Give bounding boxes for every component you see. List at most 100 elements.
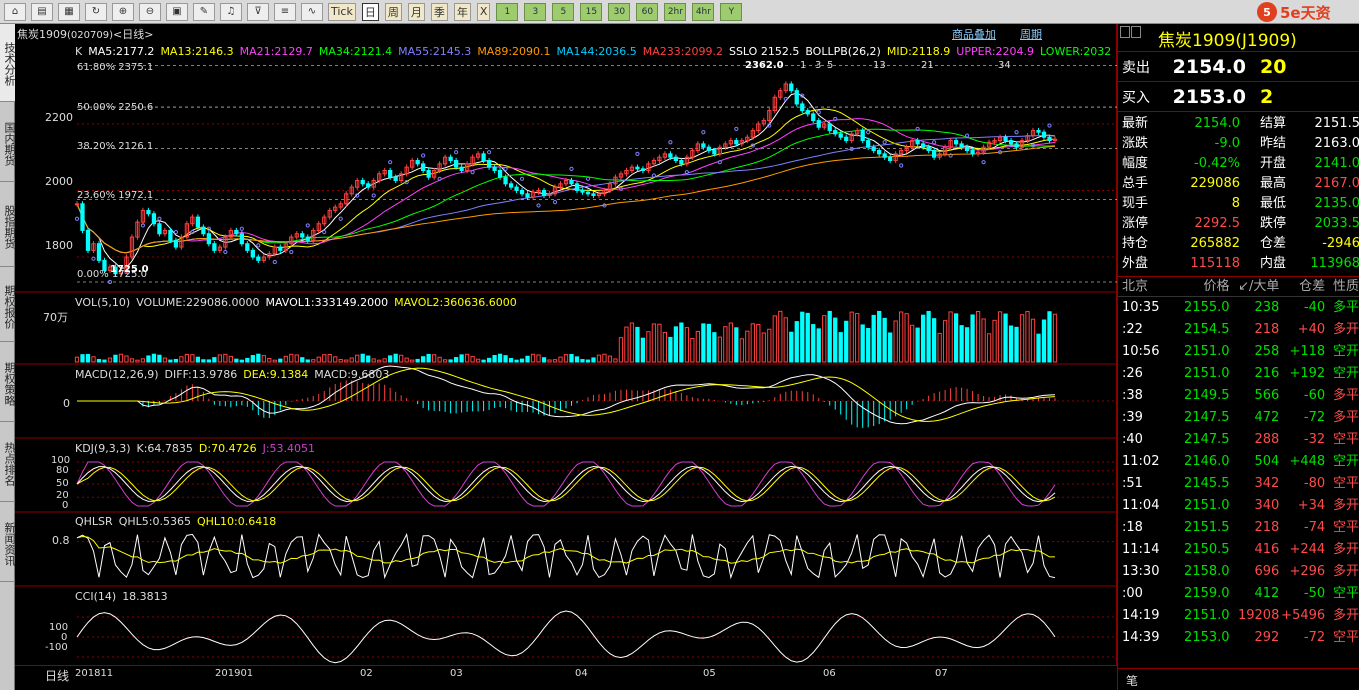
- volume-bar: [855, 313, 860, 363]
- candle-body: [486, 160, 492, 168]
- candle-body: [157, 223, 162, 235]
- volume-bar: [783, 317, 788, 363]
- home-icon[interactable]: ⌂: [4, 2, 26, 21]
- tick-cell: +448: [1289, 454, 1326, 469]
- candle-body: [168, 229, 173, 241]
- contract-name: 焦炭1909: [17, 28, 67, 41]
- refresh-icon[interactable]: ↻: [85, 2, 107, 21]
- save-icon[interactable]: ▤: [31, 2, 53, 21]
- candle-body: [1008, 140, 1014, 145]
- sidebar-tab-0[interactable]: 技术分析: [0, 24, 16, 102]
- quote-value: -2946: [1322, 236, 1359, 251]
- tick-cell: :22: [1122, 322, 1143, 337]
- volume-bar: [789, 331, 794, 363]
- candle-body: [844, 136, 849, 142]
- tick-list[interactable]: 北京 价格 ↙/大单 仓差 性质 10:35 2155.0 238 -40 多平:22 2154.…: [1118, 277, 1359, 649]
- cci-title: CCI(14): [75, 590, 117, 603]
- x-axis-period: 日线: [45, 669, 70, 683]
- volume-bar: [431, 354, 437, 363]
- tick-row: :39 2147.5 472 -72 多平: [1118, 407, 1359, 429]
- volume-bar: [541, 357, 547, 363]
- quote-label: 最低: [1259, 196, 1286, 211]
- sidebar-tab-1[interactable]: 国内期货: [0, 104, 16, 182]
- tab-ticks[interactable]: 笔: [1118, 668, 1359, 690]
- minute-2[interactable]: 5: [552, 2, 575, 21]
- period-4[interactable]: 年: [453, 2, 471, 21]
- zoom-in-icon[interactable]: ⊕: [112, 2, 134, 21]
- candle-body: [503, 176, 508, 185]
- minute-0[interactable]: 1: [496, 2, 519, 21]
- period-1[interactable]: 周: [384, 2, 402, 21]
- contract-code: (020709): [67, 30, 113, 41]
- tick-header-cell: 性质: [1333, 279, 1359, 294]
- tick-cell: +5496: [1281, 608, 1326, 623]
- volume-bar: [486, 357, 492, 363]
- minute-7[interactable]: 4hr: [692, 2, 715, 21]
- volume-bar: [915, 327, 920, 363]
- next-icon[interactable]: [1131, 26, 1141, 38]
- volume-bar: [344, 359, 349, 363]
- sidebar-tab-2[interactable]: 股指期货: [0, 184, 16, 267]
- overlay-button[interactable]: 商品叠加: [952, 26, 996, 42]
- candle-body: [964, 146, 970, 152]
- draw-icon[interactable]: ✎: [193, 2, 215, 21]
- minute-3[interactable]: 15: [580, 2, 603, 21]
- sar-dot: [684, 170, 689, 175]
- tick-cell: 空平: [1333, 586, 1359, 601]
- tick-cell: 2151.0: [1184, 498, 1230, 513]
- volume-bar: [618, 337, 624, 363]
- chart-icon[interactable]: ∿: [301, 2, 323, 21]
- quote-value: 2141.0: [1314, 156, 1359, 171]
- volume-bar: [591, 357, 596, 363]
- sidebar-tab-5[interactable]: 热点排名: [0, 424, 16, 502]
- list-icon[interactable]: ≡: [274, 2, 296, 21]
- quote-nav[interactable]: [1120, 26, 1142, 38]
- minute-5[interactable]: 60: [636, 2, 659, 21]
- tick-cell: 566: [1254, 388, 1280, 403]
- tick-row: :40 2147.5 288 -32 空平: [1118, 429, 1359, 451]
- volume-bar: [195, 356, 201, 363]
- period-2[interactable]: 月: [407, 2, 425, 21]
- volume-bar: [453, 357, 459, 363]
- volume-bar: [761, 332, 766, 363]
- tick-cell: 258: [1254, 344, 1280, 359]
- volume-bar: [371, 358, 376, 363]
- candle-body: [866, 140, 871, 148]
- period-3[interactable]: 季: [430, 2, 448, 21]
- sar-dot: [503, 166, 508, 171]
- tick-cell: 696: [1254, 564, 1280, 579]
- volume-bar: [74, 356, 80, 363]
- horn-icon[interactable]: ♫: [220, 2, 242, 21]
- x-tick-label: 02: [360, 668, 373, 679]
- minute-1[interactable]: 3: [524, 2, 547, 21]
- candle-body: [300, 233, 305, 238]
- fib-label: 23.60% 1972.1: [77, 190, 154, 201]
- period-button[interactable]: 周期: [1020, 26, 1042, 42]
- news-icon[interactable]: ▦: [58, 2, 80, 21]
- tick-cell: 2146.0: [1184, 454, 1230, 469]
- minute-6[interactable]: 2hr: [664, 2, 687, 21]
- volume-bar: [497, 353, 503, 363]
- minute-8[interactable]: Y: [720, 2, 743, 21]
- volume-bar: [651, 323, 657, 363]
- vol-mavol1: MAVOL1:333149.2000: [265, 296, 389, 309]
- chart-area[interactable]: 焦炭1909(020709)<日线> 商品叠加 周期 K MA5:2177.2 MA…: [15, 24, 1117, 665]
- tick-button[interactable]: Tick: [328, 2, 356, 21]
- tick-cell: 11:02: [1122, 454, 1160, 469]
- x-button[interactable]: X: [476, 2, 491, 21]
- window-icon[interactable]: ▣: [166, 2, 188, 21]
- prev-icon[interactable]: [1120, 26, 1130, 38]
- candle-body: [789, 83, 794, 92]
- sar-dot: [932, 140, 937, 145]
- sidebar-tab-6[interactable]: 新闻资讯: [0, 504, 16, 582]
- sidebar-tab-3[interactable]: 期权报价: [0, 269, 16, 342]
- chart-canvas[interactable]: [15, 24, 1117, 665]
- filter-icon[interactable]: ⊽: [247, 2, 269, 21]
- minute-4[interactable]: 30: [608, 2, 631, 21]
- buy-price: 2153.0: [1172, 85, 1246, 108]
- volume-bar: [80, 354, 85, 363]
- sidebar-tab-4[interactable]: 期权策略: [0, 344, 16, 422]
- tick-cell: 340: [1254, 498, 1280, 513]
- zoom-out-icon[interactable]: ⊖: [139, 2, 161, 21]
- period-0[interactable]: 日: [361, 2, 379, 21]
